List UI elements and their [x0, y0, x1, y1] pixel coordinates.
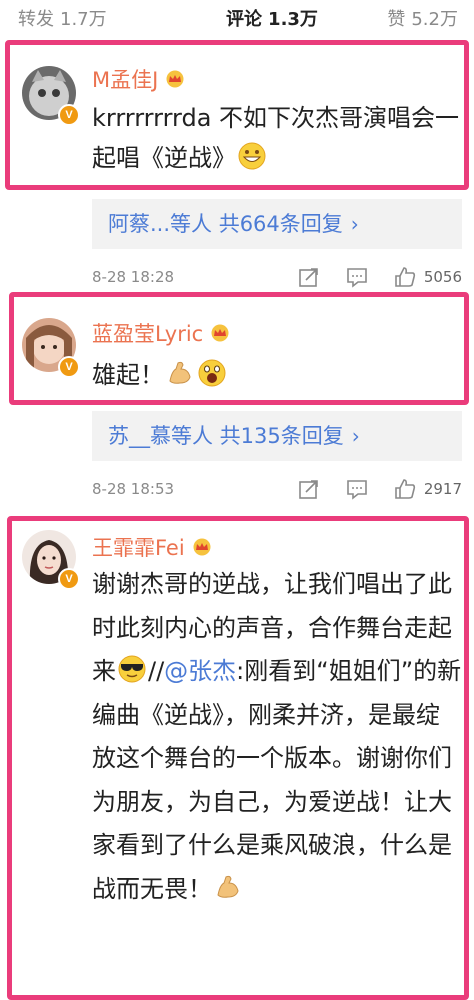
comment-icon[interactable]: [346, 266, 368, 288]
member-crown-icon: [193, 538, 211, 556]
member-crown-icon: [166, 70, 184, 88]
verified-badge-icon: V: [58, 104, 80, 126]
repost-icon[interactable]: [298, 478, 320, 500]
chevron-right-icon: ›: [350, 212, 359, 236]
tab-comment-label: 评论: [226, 9, 263, 30]
username-text: M孟佳J: [92, 68, 159, 92]
like-count: 5056: [423, 268, 462, 286]
like-count: 2917: [423, 480, 462, 498]
muscle-emoji-icon: [169, 361, 191, 384]
stats-tabs: 转发 1.7万 评论 1.3万 赞 5.2万: [0, 0, 474, 36]
verified-badge-icon: V: [58, 568, 80, 590]
chevron-right-icon: ›: [351, 424, 360, 448]
comment-username[interactable]: 王霏霏Fei: [92, 532, 213, 562]
sunglasses-emoji-icon: [118, 655, 146, 683]
comment-text: krrrrrrrrda 不如下次杰哥演唱会一起唱《逆战》: [92, 98, 462, 178]
comment-text-content: 雄起！: [92, 361, 164, 389]
comment-text-content: krrrrrrrrda 不如下次杰哥演唱会一起唱《逆战》: [92, 104, 460, 172]
username-text: 王霏霏Fei: [92, 536, 185, 560]
repost-icon[interactable]: [298, 266, 320, 288]
tab-like[interactable]: 赞 5.2万: [387, 5, 458, 31]
reply-summary-text: 阿蔡...等人 共664条回复: [108, 212, 343, 236]
username-text: 蓝盈莹Lyric: [92, 322, 204, 346]
comment-username[interactable]: 蓝盈莹Lyric: [92, 318, 231, 348]
tab-repost-count: 1.7万: [60, 9, 107, 30]
comment-text: 雄起！: [92, 355, 462, 395]
verified-badge-icon: V: [58, 356, 80, 378]
comment-meta: 8-28 18:28 5056: [92, 262, 462, 292]
thumbs-up-icon[interactable]: [394, 478, 416, 500]
comment-meta: 8-28 18:53 2917: [92, 474, 462, 504]
grin-emoji-icon: [238, 142, 266, 170]
surprised-emoji-icon: [198, 359, 226, 387]
thumbs-up-icon[interactable]: [394, 266, 416, 288]
tab-like-label: 赞: [387, 9, 406, 30]
tab-repost[interactable]: 转发 1.7万: [18, 5, 107, 31]
comment-icon[interactable]: [346, 478, 368, 500]
mention-prefix: //: [148, 657, 165, 685]
reply-summary-bar[interactable]: 阿蔡...等人 共664条回复 ›: [92, 199, 462, 249]
tab-repost-label: 转发: [18, 9, 54, 30]
reply-summary-bar[interactable]: 苏__慕等人 共135条回复 ›: [92, 411, 462, 461]
reply-summary-text: 苏__慕等人 共135条回复: [108, 424, 344, 448]
comment-text: 谢谢杰哥的逆战，让我们唱出了此时此刻内心的声音，合作舞台走起来 //@张杰:刚看…: [92, 563, 462, 911]
tab-comment-count: 1.3万: [268, 9, 318, 30]
mention-link[interactable]: @张杰: [164, 657, 236, 685]
tab-like-count: 5.2万: [411, 9, 458, 30]
tab-comment[interactable]: 评论 1.3万: [226, 5, 318, 31]
comment-text-content: :刚看到“姐姐们”的新编曲《逆战》，刚柔并济，是最绽放这个舞台的一个版本。谢谢你…: [92, 657, 462, 903]
comment-time: 8-28 18:28: [92, 268, 175, 286]
member-crown-icon: [211, 324, 229, 342]
comment-username[interactable]: M孟佳J: [92, 64, 186, 94]
comment-time: 8-28 18:53: [92, 480, 175, 498]
muscle-emoji-icon: [217, 875, 239, 898]
